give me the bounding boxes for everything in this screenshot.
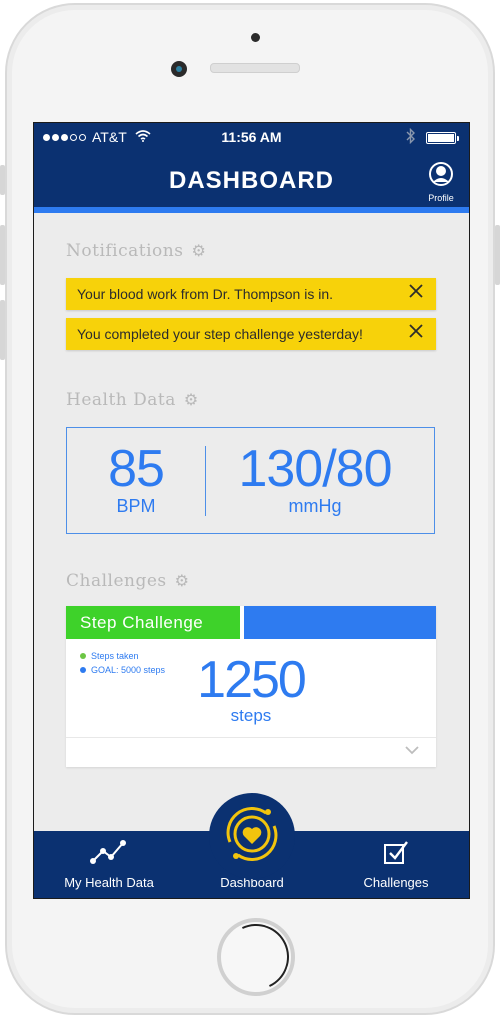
dashboard-content: Notifications ⚙ Your blood work from Dr. … [34,213,469,831]
metric-divider [205,446,206,516]
app-screen: AT&T 11:56 AM DASHBOARD Profile Notifica… [33,122,470,899]
steps-goal-bar [244,606,436,639]
challenges-heading: Challenges ⚙ [66,571,190,591]
earpiece-speaker [210,63,300,73]
blood-pressure-unit: mmHg [288,496,342,516]
health-data-title: Health Data [66,390,176,410]
silent-switch [0,165,5,195]
close-icon[interactable] [408,323,424,344]
challenges-title: Challenges [66,571,167,591]
health-data-card[interactable]: 85 BPM 130/80 mmHg [66,427,435,534]
legend-dot-goal [80,667,86,673]
health-data-heading: Health Data ⚙ [66,390,199,410]
gear-icon[interactable]: ⚙ [191,241,206,260]
nav-label: My Health Data [64,875,154,890]
steps-value: 1250 [197,651,307,709]
gear-icon[interactable]: ⚙ [175,571,190,590]
line-chart-icon [87,840,131,870]
volume-down-button [0,300,5,360]
notification-item[interactable]: You completed your step challenge yester… [66,318,436,350]
chevron-down-icon[interactable] [404,742,420,758]
status-time: 11:56 AM [221,129,282,145]
app-header: AT&T 11:56 AM DASHBOARD Profile [34,123,469,207]
nav-label: Challenges [363,875,429,890]
power-button [495,225,500,285]
home-button[interactable] [217,918,295,996]
blood-pressure-metric: 130/80 mmHg [217,442,413,516]
legend-item: Steps taken [80,651,139,661]
heart-rate-value: 85 [108,440,165,498]
profile-button[interactable]: Profile [424,161,458,203]
close-icon[interactable] [408,283,424,304]
legend-dot-steps [80,653,86,659]
gear-icon[interactable]: ⚙ [184,390,199,409]
bluetooth-icon [406,127,416,148]
heart-rate-unit: BPM [116,496,156,516]
page-title: DASHBOARD [169,167,334,194]
steps-unit: steps [230,706,272,725]
card-divider [66,737,436,738]
notifications-title: Notifications [66,241,184,261]
step-challenge-card[interactable]: Step Challenge Steps taken GOAL: 5000 st… [66,606,436,767]
heart-orbit-icon [222,804,282,869]
legend-label: Steps taken [91,651,139,661]
notifications-heading: Notifications ⚙ [66,241,206,261]
steps-progress-bar: Step Challenge [66,606,240,639]
checkbox-icon [381,841,411,870]
nav-challenges[interactable]: Challenges [344,837,448,890]
notification-text: You completed your step challenge yester… [77,326,363,342]
blood-pressure-value: 130/80 [238,440,392,498]
heart-rate-metric: 85 BPM [81,442,191,516]
user-icon [429,162,453,191]
challenge-name: Step Challenge [80,613,204,632]
dashboard-home-button[interactable] [209,793,295,879]
legend-item: GOAL: 5000 steps [80,665,165,675]
legend-label: GOAL: 5000 steps [91,665,166,675]
notification-item[interactable]: Your blood work from Dr. Thompson is in. [66,278,436,310]
front-camera [171,61,187,77]
volume-up-button [0,225,5,285]
notification-text: Your blood work from Dr. Thompson is in. [77,286,334,302]
battery-icon [426,132,459,144]
sensor-dot [251,33,260,42]
nav-my-health-data[interactable]: My Health Data [54,837,164,890]
profile-label: Profile [428,193,454,203]
